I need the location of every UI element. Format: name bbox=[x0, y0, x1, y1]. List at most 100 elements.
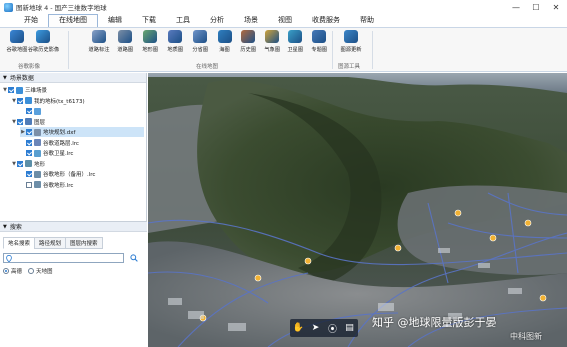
tree-item[interactable]: 谷歌卫星.lrc bbox=[20, 148, 144, 158]
ribbon-button-geology[interactable]: 地质图 bbox=[162, 30, 188, 53]
ribbon-button-theme-map[interactable]: 专题图 bbox=[306, 30, 332, 53]
menu-paid-services[interactable]: 收费服务 bbox=[302, 14, 350, 27]
ribbon-button-label: 历史图 bbox=[240, 47, 256, 53]
tree-item[interactable]: 谷歌地形.lrc bbox=[20, 180, 144, 190]
globe-history-icon bbox=[36, 30, 50, 43]
radio-tianditu-label: 天地图 bbox=[36, 269, 53, 275]
tab-layer-search[interactable]: 图层内搜索 bbox=[65, 237, 103, 249]
tree-item-checkbox[interactable] bbox=[26, 108, 32, 114]
pointer-icon[interactable]: ➤ bbox=[311, 323, 321, 333]
tree-item[interactable]: ▼ 我的地标(tx_t6173) bbox=[11, 96, 144, 106]
ribbon-separator bbox=[372, 31, 373, 69]
ribbon-button-road-label[interactable]: 道路标注 bbox=[86, 30, 112, 53]
road-label-icon bbox=[92, 30, 106, 43]
layers-node-icon bbox=[25, 118, 32, 125]
tree-item-label: 谷歌地形.lrc bbox=[43, 182, 74, 189]
tree-item-checkbox[interactable] bbox=[17, 160, 23, 167]
tree-item-checkbox[interactable] bbox=[26, 181, 32, 188]
tree-item[interactable]: ▼ 三维场景 bbox=[2, 85, 144, 95]
tab-place-search[interactable]: 地名搜索 bbox=[3, 237, 36, 249]
map-marker[interactable] bbox=[394, 244, 402, 252]
tree-item[interactable]: ▼ 图层 bbox=[11, 117, 144, 127]
ribbon-button-label: 地质图 bbox=[167, 47, 183, 53]
ribbon-button-globe-history[interactable]: 谷歌历史影像 bbox=[27, 30, 59, 53]
tree-item-checkbox[interactable] bbox=[17, 97, 23, 104]
ribbon-separator bbox=[332, 31, 333, 69]
map-marker[interactable] bbox=[254, 274, 262, 282]
tree-item[interactable]: 谷歌地形（备用）.lrc bbox=[20, 169, 144, 179]
tree-item-checkbox[interactable] bbox=[17, 118, 23, 125]
search-icon bbox=[130, 254, 138, 262]
tree-item-label: 图层 bbox=[34, 119, 46, 126]
terrain-3d-view[interactable] bbox=[148, 73, 567, 347]
ribbon-button-label: 道路标注 bbox=[88, 47, 110, 53]
road-node-icon bbox=[34, 139, 41, 146]
title-bar: 图新地球 4 - 国产三维数字地球 — ☐ ✕ bbox=[0, 0, 567, 14]
map-marker[interactable] bbox=[304, 257, 312, 265]
satellite-icon bbox=[288, 30, 302, 43]
radio-gaode[interactable] bbox=[3, 268, 9, 274]
collapse-icon[interactable]: ▼ bbox=[3, 75, 7, 81]
menu-tools[interactable]: 工具 bbox=[166, 14, 200, 27]
radio-tianditu[interactable] bbox=[28, 268, 35, 274]
tree-item[interactable]: 谷歌道路层.lrc bbox=[20, 138, 144, 148]
map-viewport[interactable] bbox=[148, 73, 567, 347]
menu-start[interactable]: 开始 bbox=[14, 14, 48, 27]
collapse-icon[interactable]: ▼ bbox=[3, 224, 7, 230]
menu-view[interactable]: 视图 bbox=[268, 14, 302, 27]
hand-icon[interactable]: ✋ bbox=[293, 323, 304, 333]
tree-item[interactable]: ▶ 地块规划.dxf bbox=[20, 127, 144, 137]
ribbon-button-terrain[interactable]: 地形图 bbox=[137, 30, 163, 53]
ribbon-button-satellite[interactable]: 卫星图 bbox=[282, 30, 308, 53]
ribbon-group-label: 在线地图 bbox=[196, 64, 219, 70]
menu-analysis[interactable]: 分析 bbox=[200, 14, 234, 27]
tree-item-checkbox[interactable] bbox=[26, 129, 32, 135]
measure-icon[interactable]: ▤ bbox=[345, 323, 355, 333]
menu-download[interactable]: 下载 bbox=[132, 14, 166, 27]
maximize-button[interactable]: ☐ bbox=[526, 0, 546, 14]
ribbon-button-globe[interactable]: 谷歌地图 bbox=[4, 30, 30, 53]
ribbon-button-label: 海图 bbox=[219, 47, 231, 53]
tree-item-label: 谷歌卫星.lrc bbox=[43, 151, 74, 157]
globe-node-icon bbox=[16, 86, 23, 94]
ribbon-button-label: 图源更新 bbox=[340, 47, 362, 53]
ribbon-button-label: 谷歌地图 bbox=[6, 47, 28, 53]
tree-item[interactable] bbox=[20, 106, 144, 116]
tree-item-checkbox[interactable] bbox=[8, 87, 14, 93]
ribbon-group-label: 图源工具 bbox=[338, 64, 361, 70]
scene-panel-header: ▼ 场景数据 bbox=[0, 73, 146, 83]
menu-online-map[interactable]: 在线地图 bbox=[48, 14, 98, 27]
map-marker[interactable] bbox=[524, 219, 532, 227]
search-panel-header: ▼ 搜索 bbox=[0, 222, 147, 232]
tree-item-checkbox[interactable] bbox=[26, 150, 32, 156]
menu-help[interactable]: 帮助 bbox=[350, 14, 384, 27]
ribbon-button-source-update[interactable]: 图源更新 bbox=[338, 30, 364, 53]
watermark-secondary: 中科图新 bbox=[510, 332, 542, 341]
geology-icon bbox=[168, 30, 182, 43]
source-update-icon bbox=[344, 30, 358, 43]
close-button[interactable]: ✕ bbox=[546, 0, 566, 14]
minimize-button[interactable]: — bbox=[506, 0, 526, 14]
ribbon-button-province[interactable]: 分省图 bbox=[187, 30, 213, 53]
tree-item[interactable]: ▼ 地形 bbox=[11, 159, 144, 169]
menu-scene[interactable]: 场景 bbox=[234, 14, 268, 27]
sea-chart-icon bbox=[218, 30, 232, 43]
sat-node-icon bbox=[34, 149, 41, 157]
tree-item-label: 地块规划.dxf bbox=[43, 130, 76, 136]
tree-item-checkbox[interactable] bbox=[26, 139, 32, 146]
ribbon-button-label: 地形图 bbox=[142, 47, 158, 53]
search-input[interactable] bbox=[3, 253, 124, 263]
weather-icon bbox=[265, 30, 279, 43]
search-button[interactable] bbox=[129, 253, 139, 263]
map-marker[interactable] bbox=[539, 294, 547, 302]
radio-gaode-label: 高德 bbox=[11, 269, 23, 275]
map-marker[interactable] bbox=[454, 209, 462, 217]
map-marker[interactable] bbox=[489, 234, 497, 242]
ribbon-button-road-map[interactable]: 道路图 bbox=[112, 30, 138, 53]
tab-route-planning[interactable]: 路径规划 bbox=[34, 237, 67, 249]
terrain-file-icon bbox=[34, 181, 41, 188]
tree-item-checkbox[interactable] bbox=[26, 171, 32, 177]
ribbon-button-history-map[interactable]: 历史图 bbox=[235, 30, 261, 53]
location-icon[interactable]: ⦿ bbox=[328, 323, 338, 335]
menu-edit[interactable]: 编辑 bbox=[98, 14, 132, 27]
